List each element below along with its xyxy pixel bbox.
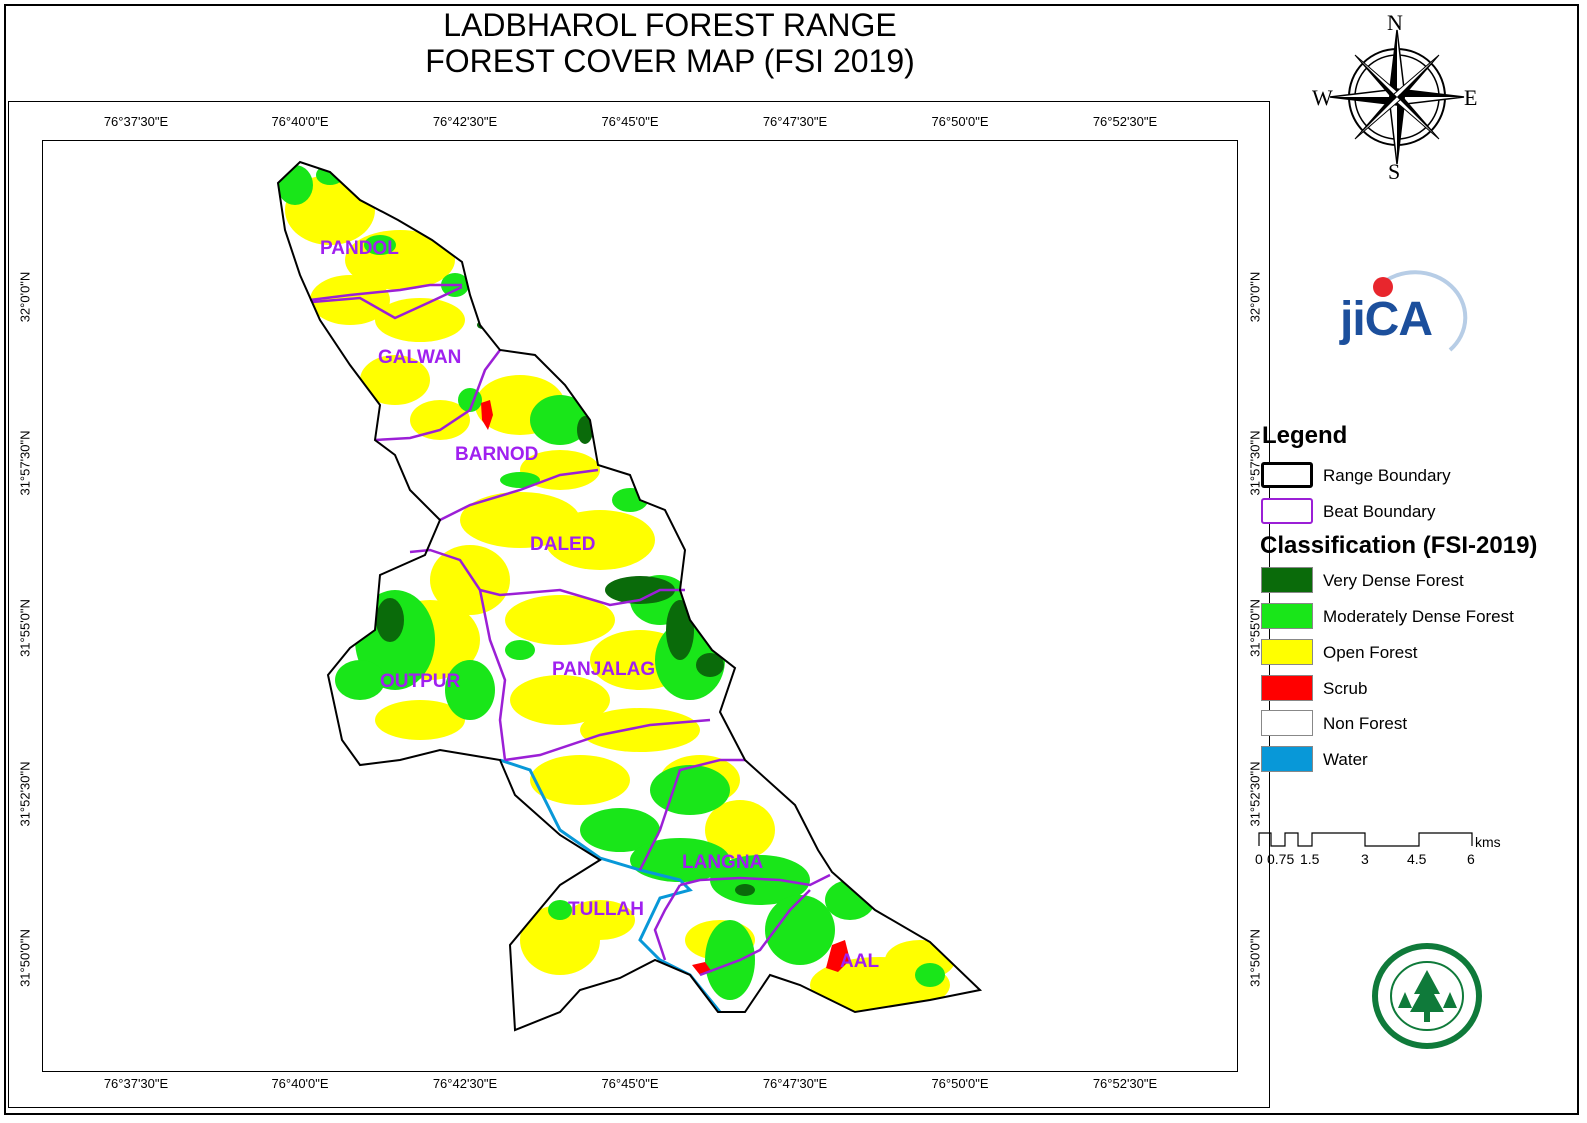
scale-label: 1.5	[1300, 851, 1320, 867]
lon-tick-top: 76°40'0"E	[271, 114, 329, 129]
beat-label-panjalag: PANJALAG	[552, 659, 656, 680]
lon-tick-bottom: 76°52'30"E	[1092, 1076, 1158, 1091]
lat-tick-left: 31°52'30"N	[17, 761, 33, 827]
jica-logo: jiCA	[1330, 250, 1480, 370]
beat-label-langna: LANGNA	[682, 852, 764, 873]
map-neatline	[42, 140, 1238, 1072]
very-dense-swatch	[1261, 567, 1313, 593]
beat-label-galwan: GALWAN	[378, 347, 462, 368]
beat-label-outpur: OUTPUR	[380, 671, 461, 692]
legend-label: Very Dense Forest	[1323, 571, 1464, 590]
legend-label: Scrub	[1323, 679, 1368, 698]
legend-label: Water	[1323, 750, 1368, 769]
legend-label: Non Forest	[1323, 714, 1408, 733]
compass-e: E	[1464, 85, 1478, 110]
lat-tick-right: 31°50'0"N	[1247, 929, 1263, 987]
scale-label: 3	[1361, 851, 1369, 867]
lon-tick-bottom: 76°50'0"E	[931, 1076, 989, 1091]
lon-tick-top: 76°37'30"E	[103, 114, 169, 129]
scale-label: 6	[1467, 851, 1475, 867]
lon-tick-bottom: 76°42'30"E	[432, 1076, 498, 1091]
lon-tick-bottom: 76°47'30"E	[762, 1076, 828, 1091]
lon-tick-bottom: 76°45'0"E	[601, 1076, 659, 1091]
lon-tick-bottom: 76°40'0"E	[271, 1076, 329, 1091]
lat-tick-right: 32°0'0"N	[1247, 271, 1263, 323]
compass-w: W	[1312, 85, 1333, 110]
non-forest-swatch	[1261, 710, 1313, 736]
scale-label: 0.75	[1267, 851, 1295, 867]
jica-wordmark: jiCA	[1340, 293, 1433, 346]
scale-bar: kms 0 0.75 1.5 3 4.5 6	[1255, 830, 1517, 880]
scrub-swatch	[1261, 675, 1313, 701]
scale-unit: kms	[1475, 834, 1501, 850]
lat-tick-left: 31°57'30"N	[17, 430, 33, 496]
forest-department-seal-icon	[1370, 942, 1485, 1050]
legend-label: Beat Boundary	[1323, 502, 1436, 521]
beat-label-barnod: BARNOD	[455, 444, 539, 465]
scale-label: 4.5	[1407, 851, 1427, 867]
compass-n: N	[1387, 10, 1403, 35]
water-swatch	[1261, 746, 1313, 772]
north-arrow-icon: N S W E	[1310, 10, 1480, 184]
range-boundary-swatch	[1261, 462, 1313, 488]
beat-label-pandol: PANDOL	[320, 238, 399, 259]
legend-title: Legend	[1262, 422, 1348, 449]
lat-tick-left: 31°55'0"N	[17, 599, 33, 657]
beat-boundary-swatch	[1261, 498, 1313, 524]
compass-s: S	[1388, 159, 1401, 184]
legend-label: Moderately Dense Forest	[1323, 607, 1514, 626]
lon-tick-top: 76°45'0"E	[601, 114, 659, 129]
moderately-dense-swatch	[1261, 603, 1313, 629]
open-forest-swatch	[1261, 639, 1313, 665]
lon-tick-top: 76°42'30"E	[432, 114, 498, 129]
legend-label: Open Forest	[1323, 643, 1418, 662]
lon-tick-top: 76°47'30"E	[762, 114, 828, 129]
lat-tick-left: 31°50'0"N	[17, 929, 33, 987]
beat-label-aal: AAL	[840, 951, 880, 972]
map-title-line1: LADBHAROL FOREST RANGE	[443, 7, 897, 43]
scale-label: 0	[1255, 851, 1263, 867]
lon-tick-top: 76°50'0"E	[931, 114, 989, 129]
beat-label-tullah: TULLAH	[568, 899, 644, 920]
beat-label-daled: DALED	[530, 534, 596, 555]
lon-tick-bottom: 76°37'30"E	[103, 1076, 169, 1091]
map-title-line2: FOREST COVER MAP (FSI 2019)	[425, 43, 915, 79]
lon-tick-top: 76°52'30"E	[1092, 114, 1158, 129]
lat-tick-left: 32°0'0"N	[17, 271, 33, 323]
legend-label: Range Boundary	[1323, 466, 1451, 485]
classification-title: Classification (FSI-2019)	[1260, 532, 1538, 559]
